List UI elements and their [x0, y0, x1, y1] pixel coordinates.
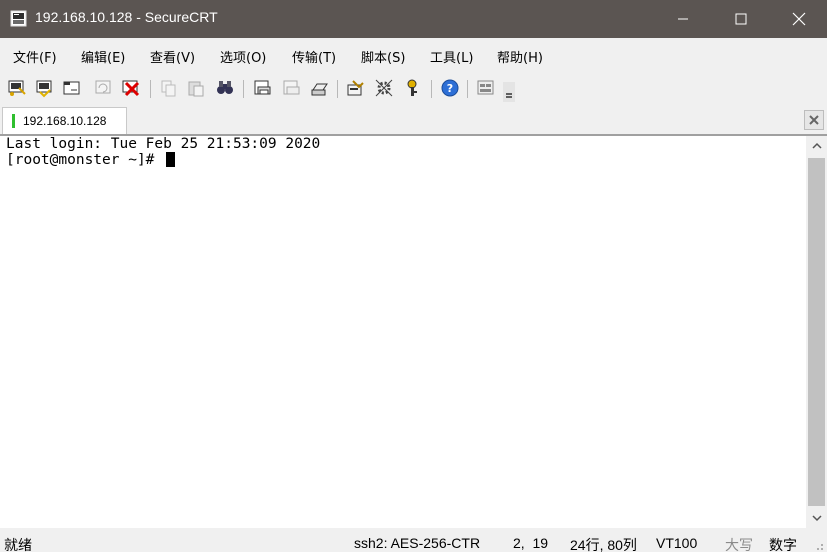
reconnect-icon[interactable] [93, 78, 113, 98]
connection-status-indicator [12, 114, 15, 128]
terminal-area[interactable]: Last login: Tue Feb 25 21:53:09 2020 [ro… [0, 136, 806, 528]
session-tab-label: 192.168.10.128 [23, 114, 107, 128]
status-cipher: ssh2: AES-256-CTR [354, 535, 481, 551]
status-bar: 就绪 ssh2: AES-256-CTR 2, 19 24行, 80列 VT10… [0, 528, 827, 553]
terminal-cursor [166, 152, 176, 167]
customize-icon[interactable] [476, 78, 496, 98]
global-options-icon[interactable] [374, 78, 394, 98]
session-tab[interactable]: 192.168.10.128 [2, 107, 127, 134]
menu-help[interactable]: 帮助(H) [497, 47, 543, 66]
toolbar-separator [150, 80, 151, 98]
title-bar: 192.168.10.128 - SecureCRT [0, 0, 827, 38]
print-icon[interactable] [252, 78, 272, 98]
disconnect-icon[interactable] [121, 78, 141, 98]
maximize-icon [735, 13, 747, 25]
scroll-down-button[interactable] [806, 508, 827, 528]
toolbar-overflow-icon[interactable] [502, 82, 516, 102]
toolbar-separator [467, 80, 468, 98]
print-setup-icon[interactable] [309, 78, 329, 98]
toolbar: ? [0, 72, 827, 104]
help-icon[interactable]: ? [440, 78, 460, 98]
close-button[interactable] [770, 0, 827, 38]
connect-in-tab-icon[interactable] [62, 78, 82, 98]
menu-bar: 文件(F) 编辑(E) 查看(V) 选项(O) 传输(T) 脚本(S) 工具(L… [0, 38, 827, 72]
window-title: 192.168.10.128 - SecureCRT [35, 9, 218, 25]
status-num-lock: 数字 [769, 537, 797, 553]
svg-text:?: ? [447, 82, 453, 95]
close-tab-icon [809, 115, 819, 125]
terminal-prompt-line: [root@monster ~]# [6, 152, 176, 168]
keymap-icon[interactable] [402, 78, 422, 98]
quick-connect-icon[interactable] [34, 78, 54, 98]
menu-options[interactable]: 选项(O) [220, 47, 266, 66]
toolbar-separator [431, 80, 432, 98]
print-selection-icon[interactable] [281, 78, 301, 98]
securecrt-app-icon [10, 10, 27, 27]
status-cursor-position: 2, 19 [513, 535, 549, 551]
session-options-icon[interactable] [345, 78, 365, 98]
terminal-prompt: [root@monster ~]# [6, 152, 164, 168]
status-ready: 就绪 [4, 537, 32, 553]
paste-icon[interactable] [186, 78, 206, 98]
terminal-line: Last login: Tue Feb 25 21:53:09 2020 [6, 136, 321, 152]
status-dimensions: 24行, 80列 [570, 537, 637, 553]
vertical-scrollbar[interactable] [806, 136, 827, 528]
chevron-up-icon [811, 142, 822, 149]
connect-icon[interactable] [7, 78, 27, 98]
copy-icon[interactable] [158, 78, 178, 98]
scroll-up-button[interactable] [806, 136, 827, 156]
find-icon[interactable] [215, 78, 235, 98]
menu-view[interactable]: 查看(V) [150, 47, 195, 66]
status-caps-lock: 大写 [725, 537, 753, 553]
maximize-button[interactable] [712, 0, 770, 38]
chevron-down-icon [811, 515, 822, 522]
status-emulation: VT100 [656, 535, 698, 551]
resize-grip-icon[interactable] [812, 538, 824, 550]
session-tab-bar: 192.168.10.128 [0, 104, 827, 136]
scroll-thumb[interactable] [808, 158, 825, 506]
close-icon [792, 12, 806, 26]
menu-file[interactable]: 文件(F) [13, 47, 57, 66]
close-tab-button[interactable] [804, 110, 824, 130]
minimize-icon [678, 18, 688, 20]
menu-tools[interactable]: 工具(L) [430, 47, 473, 66]
menu-edit[interactable]: 编辑(E) [81, 47, 125, 66]
toolbar-separator [243, 80, 244, 98]
menu-transfer[interactable]: 传输(T) [292, 47, 336, 66]
menu-script[interactable]: 脚本(S) [361, 47, 405, 66]
minimize-button[interactable] [654, 0, 712, 38]
toolbar-separator [337, 80, 338, 98]
